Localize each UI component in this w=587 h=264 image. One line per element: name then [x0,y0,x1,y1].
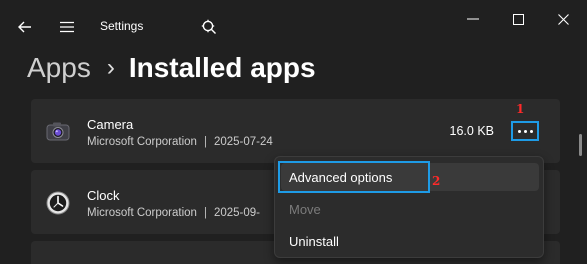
app-list-item-camera[interactable]: Camera Microsoft Corporation | 2025-07-24 … [31,99,560,163]
app-size: 16.0 KB [449,124,494,138]
menu-item-label: Move [289,201,321,217]
menu-item-move: Move [281,195,539,223]
menu-item-uninstall[interactable]: Uninstall [281,227,539,255]
separator: | [203,136,207,148]
close-icon[interactable] [548,10,578,28]
breadcrumb-separator: › [106,54,115,81]
step-annotation-1: 1 [516,102,525,116]
camera-icon [45,119,71,145]
title-bar: Settings [0,0,587,52]
ellipsis-icon [517,129,521,133]
page-title: Installed apps [128,52,316,83]
minimize-icon[interactable] [458,10,488,28]
app-publisher: Microsoft Corporation [87,207,197,219]
app-publisher-line: Microsoft Corporation | 2025-07-24 [87,136,273,148]
clock-icon [45,190,71,216]
menu-item-label: Advanced options [289,169,393,185]
breadcrumb: Apps › Installed apps [27,50,316,86]
ellipsis-dot [529,129,533,133]
app-install-date: 2025-07-24 [213,136,273,148]
back-arrow-icon[interactable] [12,14,38,40]
maximize-icon[interactable] [503,10,533,28]
menu-item-advanced-options[interactable]: Advanced options [278,161,539,193]
app-name: Clock [87,188,120,203]
app-context-menu: Advanced options Move Uninstall [274,156,544,258]
hamburger-menu-icon[interactable] [54,14,80,40]
separator: | [203,207,207,219]
step-annotation-2: 2 [432,174,441,188]
app-name: Camera [87,117,134,132]
ellipsis-dot [523,129,527,133]
settings-search-icon[interactable] [196,14,222,40]
app-publisher: Microsoft Corporation [87,136,197,148]
scrollbar-thumb[interactable] [579,134,582,156]
more-options-button[interactable] [511,121,539,141]
menu-item-label: Uninstall [289,233,339,249]
window-title: Settings [100,19,144,33]
app-publisher-line: Microsoft Corporation | 2025-09- [87,207,260,219]
breadcrumb-apps-link[interactable]: Apps [27,52,91,84]
app-install-date: 2025-09- [213,207,260,219]
